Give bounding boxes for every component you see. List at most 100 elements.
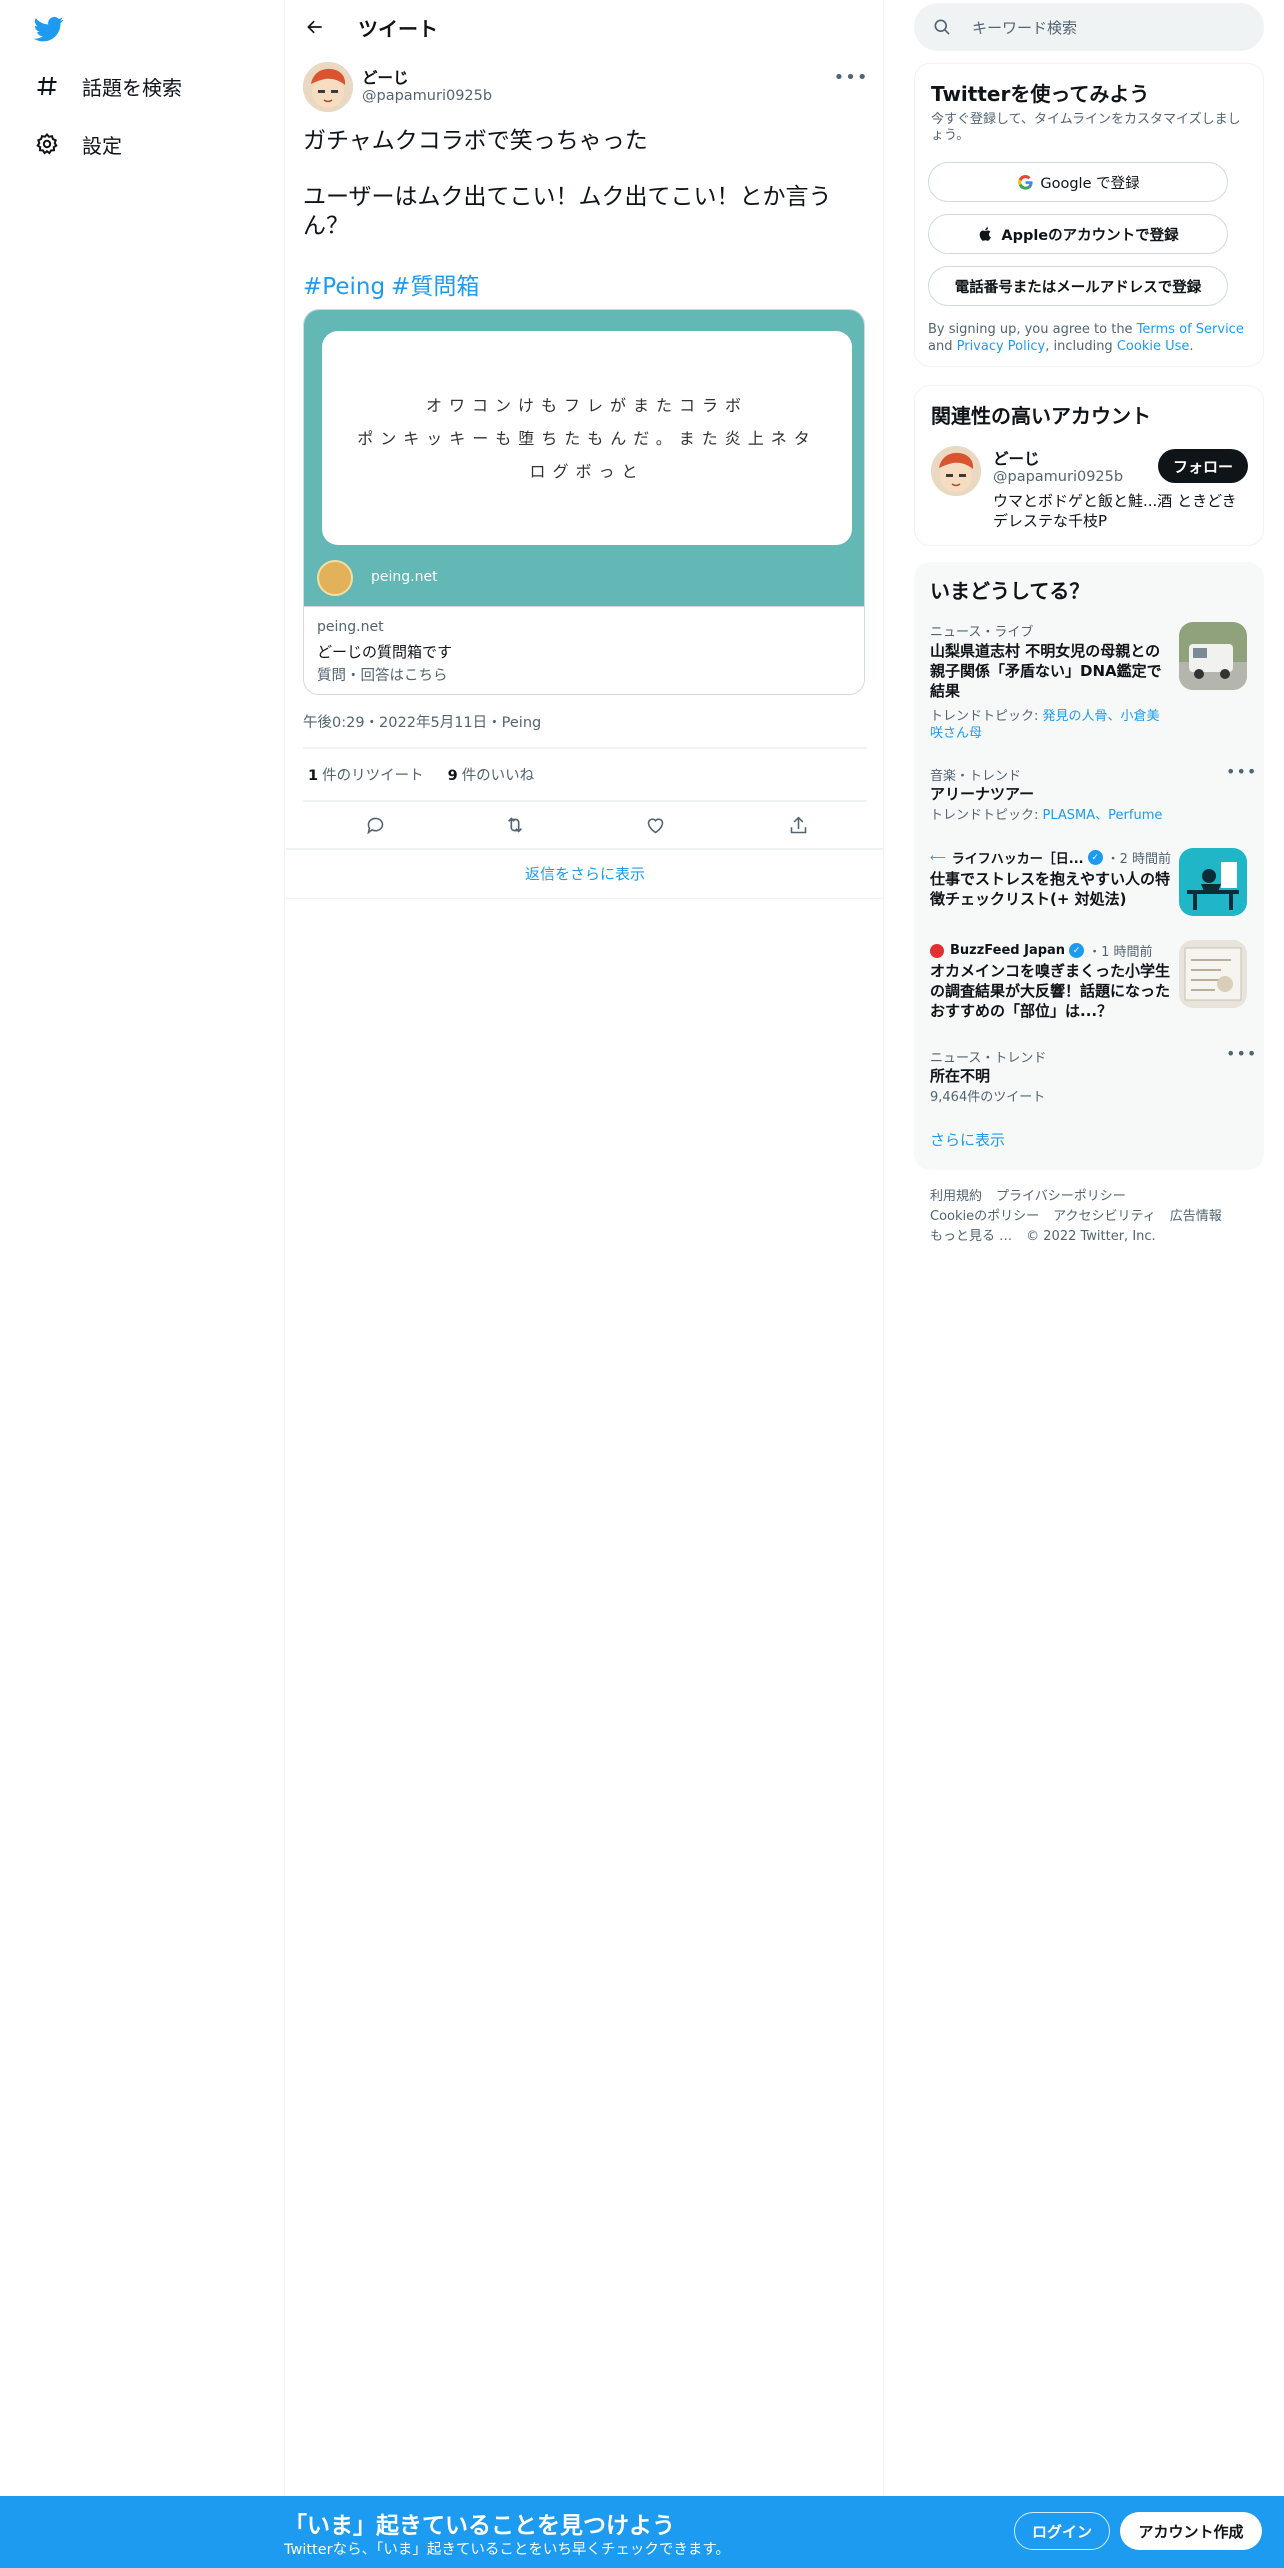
nav-item-label: 設定 <box>82 133 122 158</box>
trend-category: 音楽・トレンド <box>930 769 1022 784</box>
create-account-button[interactable]: アカウント作成 <box>1120 2512 1262 2550</box>
tweet-author-handle[interactable]: @papamuri0925b <box>362 88 492 104</box>
signup-panel: Twitterを使ってみよう 今すぐ登録して、タイムラインをカスタマイズしましょ… <box>914 63 1264 367</box>
trend-title: オカメインコを嗅ぎまくった小学生の調査結果が大反響！話題になったおすすめの「部位… <box>930 962 1171 1020</box>
show-more-replies-link[interactable]: 返信をさらに表示 <box>286 849 884 899</box>
trend-thumbnail <box>1179 848 1247 916</box>
retweets-stat[interactable]: 1 件のリツイート <box>308 764 424 785</box>
divider <box>303 800 867 802</box>
tweet-author-name[interactable]: どーじ <box>362 66 409 88</box>
trend-category: ニュース・トレンド <box>930 1051 1047 1066</box>
footer-link[interactable]: もっと見る … <box>930 1227 1012 1247</box>
card-question-line: オワコンけもフレがまたコラボ <box>425 395 748 415</box>
card-image: オワコンけもフレがまたコラボ ポンキッキーも堕ちたもんだ。また炎上ネタログボっと… <box>304 310 864 606</box>
apple-signup-button[interactable]: Appleのアカウントで登録 <box>928 214 1228 254</box>
cookie-link[interactable]: Cookie Use <box>1117 339 1190 354</box>
verified-icon: ✓ <box>1087 850 1103 865</box>
related-account-name[interactable]: どーじ <box>993 447 1040 469</box>
link-card[interactable]: オワコンけもフレがまたコラボ ポンキッキーも堕ちたもんだ。また炎上ネタログボっと… <box>303 309 865 695</box>
related-account-bio: ウマとボドゲと飯と鮭...酒 ときどきデレステな千枝P <box>993 492 1237 530</box>
share-button[interactable] <box>783 810 813 840</box>
card-title: どーじの質問箱です <box>317 643 453 661</box>
retweet-button[interactable] <box>500 810 530 840</box>
trend-title: 仕事でストレスを抱えやすい人の特徴チェックリスト(+ 対処法) <box>930 870 1171 908</box>
trend-more-button[interactable]: ••• <box>1226 1044 1257 1063</box>
legal-text: . <box>1189 339 1194 354</box>
twitter-logo-icon[interactable] <box>32 14 66 44</box>
back-button[interactable] <box>300 12 330 42</box>
login-button[interactable]: ログイン <box>1014 2512 1110 2550</box>
trend-subtitle: トレンドトピック: PLASMA、Perfume <box>930 808 1163 823</box>
privacy-link[interactable]: Privacy Policy <box>957 339 1046 354</box>
footer-links: 利用規約 プライバシーポリシー Cookieのポリシー アクセシビリティ 広告情報 も… <box>930 1187 1260 1247</box>
signup-legal-text: By signing up, you agree to the Terms of… <box>928 321 1258 355</box>
card-description: 質問・回答はこちら <box>317 668 448 684</box>
legal-text: and <box>928 339 953 354</box>
tweet-text-line: ガチャムクコラボで笑っちゃった <box>303 128 648 154</box>
search-input[interactable]: キーワード検索 <box>972 17 1077 38</box>
trends-panel: いまどうしてる？ ニュース・ライブ 山梨県道志村 不明女児の母親との親子関係「矛… <box>914 562 1264 1170</box>
google-icon <box>1016 173 1034 191</box>
divider <box>303 747 867 749</box>
hashtag-link[interactable]: #Peing <box>303 274 385 300</box>
trend-thumbnail <box>1179 940 1247 1008</box>
show-more-trends-link[interactable]: さらに表示 <box>930 1129 1005 1150</box>
related-account-handle[interactable]: @papamuri0925b <box>993 469 1123 485</box>
trend-more-button[interactable]: ••• <box>1226 762 1257 781</box>
page-title: ツイート <box>358 17 438 41</box>
phone-email-signup-button[interactable]: 電話番号またはメールアドレスで登録 <box>928 266 1228 306</box>
hashtag-icon <box>34 73 60 99</box>
trend-subtitle: トレンドトピック: 発見の人骨、小倉美咲さん母 <box>930 709 1160 741</box>
related-accounts-panel: 関連性の高いアカウント どーじ @papamuri0925b フォロー ウマとボ… <box>914 385 1264 546</box>
likes-stat[interactable]: 9 件のいいね <box>448 764 535 785</box>
reply-icon <box>366 817 383 834</box>
buzzfeed-logo-icon <box>930 943 944 958</box>
tweet-timestamp[interactable]: 午後0:29・2022年5月11日・Peing <box>303 711 541 732</box>
main-column: ツイート どーじ @papamuri0925b ••• ガチャムクコラボで笑っち… <box>286 0 884 2496</box>
nav-item-explore[interactable]: 話題を検索 <box>34 66 182 106</box>
footer-link[interactable]: 広告情報 <box>1170 1207 1222 1227</box>
gear-icon <box>34 131 60 157</box>
apple-signup-label: Appleのアカウントで登録 <box>1001 227 1179 244</box>
google-signup-button[interactable]: Google で登録 <box>928 162 1228 202</box>
card-avatar <box>317 560 353 596</box>
trend-tweet-count: 9,464件のツイート <box>930 1090 1046 1105</box>
verified-icon: ✓ <box>1069 943 1085 958</box>
copyright: © 2022 Twitter, Inc. <box>1026 1229 1156 1244</box>
tweet-stats: 1 件のリツイート 9 件のいいね <box>308 764 534 785</box>
related-account-avatar[interactable] <box>931 446 981 496</box>
footer-link[interactable]: プライバシーポリシー <box>996 1187 1126 1207</box>
nav-item-settings[interactable]: 設定 <box>34 124 122 164</box>
tweet-author-avatar[interactable] <box>303 62 353 112</box>
like-button[interactable] <box>640 810 670 840</box>
trend-source: BuzzFeed Japan ✓ ・1 時間前 <box>930 941 1152 960</box>
footer-link[interactable]: Cookieのポリシー <box>930 1207 1039 1227</box>
google-signup-label: Google で登録 <box>1040 175 1140 192</box>
trend-topic-link[interactable]: PLASMA、Perfume <box>1043 808 1163 823</box>
terms-link[interactable]: Terms of Service <box>1137 322 1244 337</box>
legal-text: , including <box>1045 339 1113 354</box>
more-options-button[interactable]: ••• <box>834 62 868 92</box>
reply-button[interactable] <box>360 810 390 840</box>
trend-source: ⟵ ライフハッカー［日... ✓ ・2 時間前 <box>930 850 1172 867</box>
phone-email-signup-label: 電話番号またはメールアドレスで登録 <box>954 279 1202 296</box>
trend-title: 所在不明 <box>930 1067 991 1085</box>
card-image-domain: peing.net <box>371 569 438 585</box>
tweet-actions <box>303 806 867 844</box>
follow-button[interactable]: フォロー <box>1158 449 1248 483</box>
main-header: ツイート <box>286 0 884 54</box>
bottom-signup-bar: 「いま」起きていることを見つけよう Twitterなら、「いま」起きていることを… <box>0 2496 1284 2568</box>
apple-icon <box>977 225 995 243</box>
related-title: 関連性の高いアカウント <box>931 404 1151 428</box>
hashtag-link[interactable]: #質問箱 <box>391 274 479 300</box>
trends-title: いまどうしてる？ <box>930 579 1090 603</box>
tweet-text-line: ユーザーはムク出てこい！ムク出てこい！とか言うん？ <box>303 184 832 239</box>
signup-title: Twitterを使ってみよう <box>931 82 1150 106</box>
card-body: peing.net どーじの質問箱です 質問・回答はこちら <box>304 606 864 694</box>
footer-link[interactable]: アクセシビリティ <box>1053 1207 1156 1227</box>
arrow-left-icon <box>307 20 322 34</box>
bottom-bar-subtitle: Twitterなら、「いま」起きていることをいち早くチェックできます。 <box>284 2542 730 2558</box>
search-bar[interactable]: キーワード検索 <box>914 3 1264 51</box>
share-icon <box>790 816 806 833</box>
footer-link[interactable]: 利用規約 <box>930 1187 982 1207</box>
